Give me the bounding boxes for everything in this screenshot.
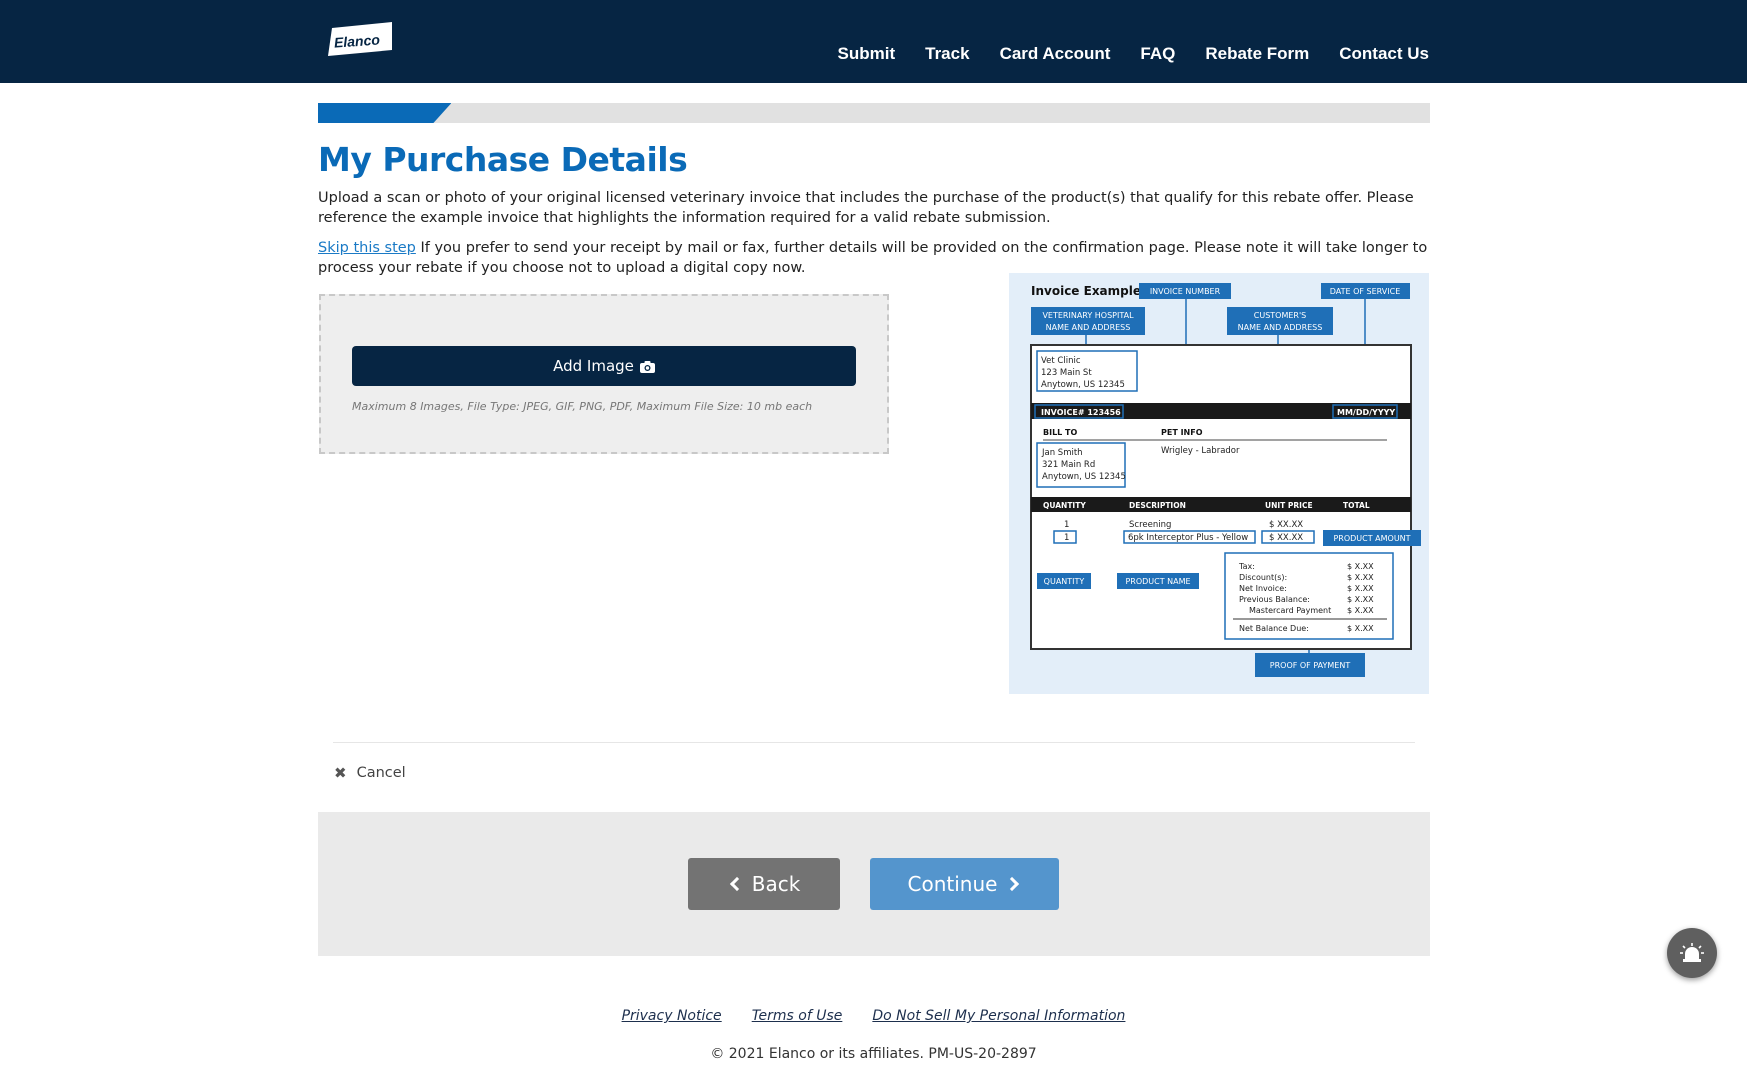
add-image-button[interactable]: Add Image [352,346,856,386]
privacy-notice-link[interactable]: Privacy Notice [622,1008,722,1024]
invoice-example-text-8: Jan Smith [1041,448,1083,458]
invoice-example-text-23: $ X.XX [1347,562,1374,571]
nav-rebate-form[interactable]: Rebate Form [1205,44,1309,64]
invoice-example-text-38: CUSTOMER'S [1254,311,1307,320]
invoice-example-text-21: $ XX.XX [1269,533,1303,543]
invoice-example-text-34: INVOICE NUMBER [1150,287,1221,296]
invoice-example-text-18: $ XX.XX [1269,520,1303,530]
invoice-example-text-5: MM/DD/YYYY [1337,408,1395,417]
invoice-example-text-17: Screening [1129,520,1171,530]
progress-bar-fill [318,103,451,123]
skip-step-link[interactable]: Skip this step [318,240,416,256]
invoice-example-title: Invoice Example [1031,284,1141,298]
progress-bar [318,103,1430,123]
invoice-example-text-42: PRODUCT NAME [1125,577,1190,586]
continue-button[interactable]: Continue [870,858,1059,910]
invoice-example-text-4: INVOICE# 123456 [1041,408,1121,417]
cancel-button[interactable]: ✖ Cancel [334,764,406,782]
invoice-example-text-22: Tax: [1238,562,1255,571]
logo-text: Elanco [333,31,380,50]
footer-links: Privacy Notice Terms of Use Do Not Sell … [0,1008,1747,1024]
invoice-example-text-2: 123 Main St [1041,368,1092,378]
upload-dropzone[interactable]: Add Image Maximum 8 Images, File Type: J… [319,294,889,454]
invoice-example-text-26: Net Invoice: [1239,584,1287,593]
terms-of-use-link[interactable]: Terms of Use [752,1008,843,1024]
invoice-example-text-37: NAME AND ADDRESS [1046,323,1131,332]
copyright-text: © 2021 Elanco or its affiliates. PM-US-2… [710,1046,1037,1062]
invoice-example-text-32: Net Balance Due: [1239,624,1309,633]
nav-track[interactable]: Track [925,44,969,64]
invoice-example-text-9: 321 Main Rd [1042,460,1095,470]
chevron-left-icon [729,876,744,892]
back-button[interactable]: Back [688,858,840,910]
invoice-example-text-7: PET INFO [1161,428,1203,437]
invoice-example-text-27: $ X.XX [1347,584,1374,593]
elanco-logo[interactable]: Elanco [328,22,392,56]
invoice-example-text-14: UNIT PRICE [1265,501,1313,510]
nav-submit[interactable]: Submit [838,44,896,64]
nav-card-account[interactable]: Card Account [1000,44,1111,64]
invoice-example-text-28: Previous Balance: [1239,595,1310,604]
invoice-example-text-19: 1 [1064,533,1069,543]
close-icon: ✖ [334,764,347,782]
invoice-example-text-16: 1 [1064,520,1069,530]
accessibility-widget-button[interactable] [1667,928,1717,978]
invoice-example-text-30: Mastercard Payment [1249,606,1331,615]
skip-paragraph: Skip this step If you prefer to send you… [318,238,1438,278]
section-divider [333,742,1415,743]
invoice-example-text-20: 6pk Interceptor Plus - Yellow [1128,533,1248,543]
invoice-example-text-36: VETERINARY HOSPITAL [1042,311,1134,320]
invoice-example-text-31: $ X.XX [1347,606,1374,615]
alarm-bell-icon [1680,943,1704,962]
invoice-example-text-29: $ X.XX [1347,595,1374,604]
invoice-example-text-6: BILL TO [1043,428,1078,437]
cancel-label: Cancel [356,765,406,781]
camera-icon [639,360,655,373]
intro-text: Upload a scan or photo of your original … [318,190,1414,226]
main-nav: Submit Track Card Account FAQ Rebate For… [838,44,1429,64]
invoice-example-text-41: QUANTITY [1044,577,1085,586]
back-label: Back [751,872,801,896]
do-not-sell-link[interactable]: Do Not Sell My Personal Information [872,1008,1125,1024]
invoice-example-text-39: NAME AND ADDRESS [1238,323,1323,332]
invoice-example-text-12: QUANTITY [1043,501,1086,510]
nav-faq[interactable]: FAQ [1140,44,1175,64]
skip-text: If you prefer to send your receipt by ma… [318,240,1428,276]
invoice-example-text-13: DESCRIPTION [1129,501,1186,510]
invoice-example-text-10: Anytown, US 12345 [1042,472,1126,482]
step-navigation: Back Continue [318,812,1430,956]
invoice-example-text-33: $ X.XX [1347,624,1374,633]
add-image-label: Add Image [553,357,634,375]
invoice-example-text-35: DATE OF SERVICE [1330,287,1401,296]
chevron-right-icon [1005,876,1020,892]
nav-contact-us[interactable]: Contact Us [1339,44,1429,64]
upload-requirements: Maximum 8 Images, File Type: JPEG, GIF, … [352,400,813,413]
invoice-example-text-3: Anytown, US 12345 [1041,380,1125,390]
invoice-example-text-40: PRODUCT AMOUNT [1333,534,1410,543]
invoice-example-text-25: $ X.XX [1347,573,1374,582]
invoice-example-text-11: Wrigley - Labrador [1161,446,1240,456]
invoice-example-text-24: Discount(s): [1239,573,1287,582]
invoice-example-image: Invoice Example Vet Clinic 123 Main St A… [1009,273,1429,694]
continue-label: Continue [907,872,998,896]
invoice-example-text-43: PROOF OF PAYMENT [1270,661,1351,670]
invoice-example-text-1: Vet Clinic [1041,356,1081,366]
top-navigation-bar: Elanco Submit Track Card Account FAQ Reb… [0,0,1747,83]
page-title: My Purchase Details [318,140,688,179]
invoice-example-text-15: TOTAL [1343,501,1370,510]
